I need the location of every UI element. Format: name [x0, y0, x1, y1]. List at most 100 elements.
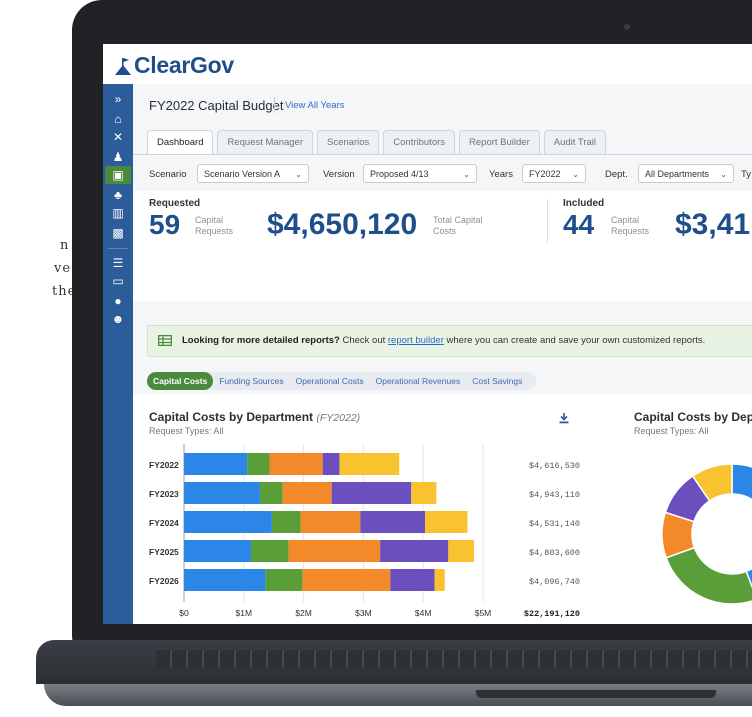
home-icon[interactable]: ⌂	[111, 112, 125, 126]
chat-icon[interactable]: ●	[111, 294, 125, 308]
side-text-1: n	[60, 238, 70, 253]
chevron-down-icon: ⌄	[572, 170, 579, 179]
bar-segment	[411, 482, 437, 504]
pill-operational-revenues[interactable]: Operational Revenues	[370, 372, 467, 390]
chevron-down-icon: ⌄	[295, 170, 302, 179]
tab-scenarios[interactable]: Scenarios	[317, 130, 380, 155]
row-total-label: $4,943,110	[529, 490, 580, 500]
bar-segment	[302, 569, 391, 591]
bar-segment	[184, 453, 248, 475]
scenario-select[interactable]: Scenario Version A ⌄	[197, 164, 309, 183]
y-tick-label: FY2023	[149, 489, 179, 499]
monitor-icon[interactable]: ▭	[111, 274, 125, 288]
pill-funding-sources[interactable]: Funding Sources	[213, 372, 289, 390]
tab-underline	[133, 154, 752, 155]
bar-segment	[300, 511, 361, 533]
requested-label: Requested	[149, 198, 201, 209]
years-value: FY2022	[529, 169, 561, 179]
x-tick-label: $4M	[415, 608, 432, 618]
summary-divider	[547, 199, 548, 243]
summary-panel: Requested 59 Capital Requests $4,650,120…	[133, 191, 752, 301]
donut-slice[interactable]	[665, 546, 752, 605]
included-label: Included	[563, 198, 605, 209]
banner-text-after: where you can create and save your own c…	[446, 335, 706, 346]
report-builder-link[interactable]: report builder	[388, 335, 444, 346]
row-total-label: $4,616,530	[529, 461, 580, 471]
main-content: FY2022 Capital Budget View All Years Das…	[133, 84, 752, 624]
logo[interactable]: ClearGov	[115, 52, 234, 79]
database-icon[interactable]: ☰	[111, 256, 125, 270]
y-tick-label: FY2026	[149, 576, 179, 586]
y-tick-label: FY2024	[149, 518, 179, 528]
sidebar: » ⌂ ✕ ♟ ▣ ♣ ▥ ▩ ☰ ▭ ● ☻	[103, 84, 133, 624]
book-icon[interactable]: ▥	[111, 206, 125, 220]
donut-chart-subtitle: Request Types: All	[634, 426, 709, 436]
users-icon[interactable]: ☻	[111, 312, 125, 326]
tab-bar: Dashboard Request Manager Scenarios Cont…	[147, 130, 606, 155]
tools-icon[interactable]: ✕	[111, 130, 125, 144]
row-total-label: $4,096,740	[529, 577, 580, 587]
filter-bar: Scenario Scenario Version A ⌄ Version Pr…	[149, 164, 752, 184]
top-bar: ClearGov	[103, 44, 752, 84]
included-amount: $3,41	[675, 208, 751, 241]
dept-label: Dept.	[605, 169, 628, 180]
sidebar-divider	[108, 248, 128, 249]
view-all-years-link[interactable]: View All Years	[285, 100, 345, 111]
bar-segment	[184, 511, 272, 533]
requested-count: 59	[149, 209, 181, 240]
banner-text-before: Check out	[342, 335, 386, 346]
requested-sub: Capital Requests	[195, 215, 234, 236]
search-doc-icon[interactable]: ▩	[111, 226, 125, 240]
bar-segment	[271, 511, 301, 533]
laptop-base	[36, 640, 752, 717]
tab-contributors[interactable]: Contributors	[383, 130, 456, 155]
bar-segment	[265, 569, 303, 591]
clipboard-icon[interactable]: ▣	[111, 168, 125, 182]
report-builder-banner: Looking for more detailed reports? Check…	[147, 325, 752, 357]
bar-segment	[269, 453, 323, 475]
x-tick-label: $1M	[236, 608, 253, 618]
side-text-2: ve	[54, 261, 72, 276]
bar-segment	[282, 482, 332, 504]
org-chart-icon[interactable]: ♣	[111, 188, 125, 202]
tab-dashboard[interactable]: Dashboard	[147, 130, 214, 155]
grand-total-label: $22,191,120	[524, 609, 580, 619]
collapse-icon[interactable]: »	[111, 92, 125, 106]
bar-segment	[424, 511, 468, 533]
chevron-down-icon: ⌄	[720, 170, 727, 179]
pill-capital-costs[interactable]: Capital Costs	[147, 372, 214, 390]
bar-segment	[380, 540, 449, 562]
years-select[interactable]: FY2022 ⌄	[522, 164, 586, 183]
chevron-down-icon: ⌄	[463, 170, 470, 179]
logo-text: ClearGov	[134, 52, 234, 78]
tab-audit-trail[interactable]: Audit Trail	[543, 130, 606, 155]
table-icon	[158, 335, 172, 346]
worker-icon[interactable]: ♟	[111, 150, 125, 164]
bar-segment	[184, 482, 260, 504]
bar-segment	[434, 569, 445, 591]
requested-amount-sub: Total Capital Costs	[433, 215, 483, 236]
row-total-label: $4,531,140	[529, 519, 580, 529]
donut-chart	[661, 463, 752, 605]
scenario-value: Scenario Version A	[204, 169, 281, 179]
included-count: 44	[563, 209, 595, 240]
tab-report-builder[interactable]: Report Builder	[459, 130, 540, 155]
donut-chart-title: Capital Costs by Depar	[634, 410, 752, 424]
bar-segment	[360, 511, 425, 533]
bar-segment	[288, 540, 381, 562]
bar-segment	[184, 540, 251, 562]
tab-request-manager[interactable]: Request Manager	[217, 130, 314, 155]
dept-select[interactable]: All Departments ⌄	[638, 164, 734, 183]
page-title: FY2022 Capital Budget	[149, 98, 284, 113]
pill-cost-savings[interactable]: Cost Savings	[466, 372, 528, 390]
title-separator	[274, 97, 275, 113]
y-tick-label: FY2025	[149, 547, 179, 557]
bar-segment	[322, 453, 340, 475]
version-select[interactable]: Proposed 4/13 ⌄	[363, 164, 477, 183]
app-screen: ClearGov » ⌂ ✕ ♟ ▣ ♣ ▥ ▩ ☰ ▭ ● ☻ FY2022 …	[103, 44, 752, 624]
y-tick-label: FY2022	[149, 460, 179, 470]
banner-lead: Looking for more detailed reports?	[182, 335, 340, 346]
camera-icon	[624, 24, 630, 30]
bar-segment	[250, 540, 289, 562]
pill-operational-costs[interactable]: Operational Costs	[290, 372, 370, 390]
